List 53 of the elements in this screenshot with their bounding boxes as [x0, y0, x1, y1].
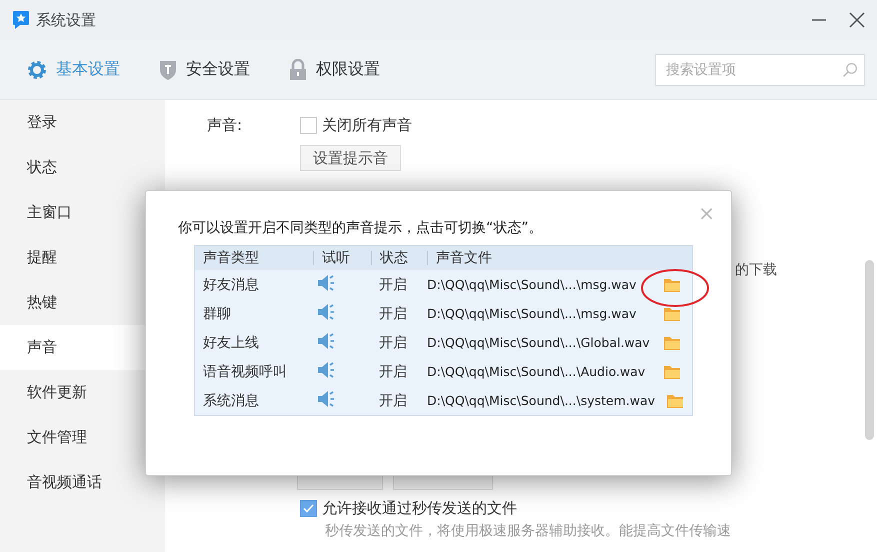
status-toggle[interactable]: 开启	[371, 304, 427, 322]
folder-icon[interactable]	[663, 306, 681, 322]
checkmark-icon	[303, 504, 314, 513]
speaker-icon[interactable]	[317, 360, 335, 378]
table-cell-text: 好友消息	[202, 276, 260, 294]
hint-text: 秒传发送的文件，将使用极速服务器辅助接收。能提高文件传输速	[325, 522, 732, 540]
settings-tab[interactable]: 权限设置	[288, 58, 380, 80]
column-header: 状态	[371, 251, 427, 265]
app-logo-icon	[12, 10, 30, 30]
checkbox-label: 允许接收通过秒传发送的文件	[322, 499, 517, 518]
status-toggle[interactable]: 开启	[371, 334, 427, 352]
speaker-icon[interactable]	[317, 274, 335, 292]
table-cell: D:\QQ\qq\Misc\Sound\...\system.wav	[427, 393, 656, 408]
checkbox[interactable]	[300, 117, 317, 134]
set-sound-button[interactable]: 设置提示音	[300, 145, 401, 171]
status-toggle[interactable]: 开启	[371, 276, 427, 294]
dialog-message: 你可以设置开启不同类型的声音提示，点击可切换“状态”。	[178, 219, 544, 237]
table-cell-text: D:\QQ\qq\Misc\Sound\...\msg.wav	[427, 306, 638, 321]
column-header: 声音文件	[427, 251, 692, 265]
search-box[interactable]: 搜索设置项	[655, 54, 865, 86]
table-cell-text: 好友上线	[202, 334, 260, 352]
table-cell-text: D:\QQ\qq\Misc\Sound\...\Audio.wav	[427, 364, 646, 379]
folder-icon[interactable]	[663, 334, 681, 350]
table-cell-text: 群聊	[202, 304, 232, 322]
scrollbar[interactable]	[865, 260, 874, 440]
table-cell-text: D:\QQ\qq\Misc\Sound\...\msg.wav	[427, 277, 638, 292]
window-title: 系统设置	[36, 10, 97, 30]
folder-icon[interactable]	[663, 364, 681, 380]
folder-icon[interactable]	[663, 276, 681, 292]
column-header: 试听	[313, 251, 371, 265]
settings-tab[interactable]: 安全设置	[158, 58, 250, 80]
gear-icon	[26, 58, 48, 80]
checkbox-label: 关闭所有声音	[322, 116, 412, 135]
table-cell-text: 语音视频呼叫	[202, 362, 288, 380]
download-text: 的下载	[735, 261, 777, 279]
sidebar-item[interactable]: 状态	[0, 145, 165, 190]
table-cell-text: D:\QQ\qq\Misc\Sound\...\Global.wav	[427, 335, 651, 350]
status-toggle[interactable]: 开启	[371, 362, 427, 380]
sidebar-item[interactable]: 音视频通话	[0, 460, 165, 505]
shield-icon	[158, 58, 178, 80]
table-cell-text: 系统消息	[202, 392, 260, 410]
speaker-icon[interactable]	[317, 390, 335, 408]
folder-icon[interactable]	[666, 392, 684, 408]
column-header: 声音类型	[202, 251, 260, 265]
speaker-icon[interactable]	[317, 302, 335, 320]
status-toggle[interactable]: 开启	[371, 392, 427, 410]
speaker-icon[interactable]	[317, 332, 335, 350]
search-field[interactable]: 搜索设置项	[664, 60, 842, 78]
lock-icon	[288, 58, 308, 80]
sound-label: 声音:	[207, 116, 244, 135]
checkbox[interactable]	[300, 500, 317, 517]
close-icon[interactable]	[849, 12, 865, 28]
sidebar-item[interactable]: 登录	[0, 100, 165, 145]
